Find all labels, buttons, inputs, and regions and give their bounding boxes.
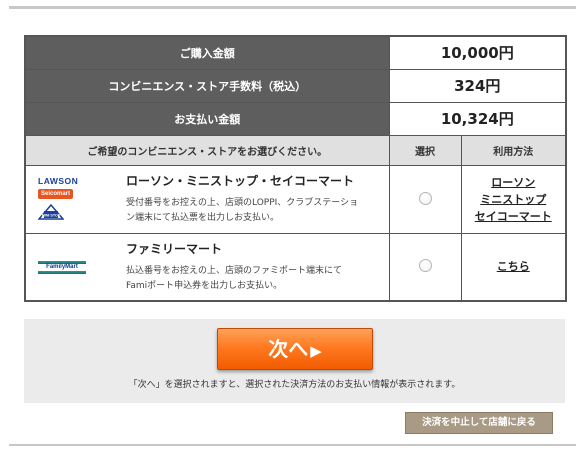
ministop-logo-text: MINI STOP [42, 214, 61, 218]
lawson-logos: LAWSON Seicomart MINI STOP [38, 172, 112, 220]
total-row: お支払い金額 10,324円 [24, 101, 567, 136]
store-name-familymart: ファミリーマート [126, 241, 223, 256]
select-cell-familymart [388, 232, 462, 302]
payment-table: ご購入金額 10,000円 コンビニエンス・ストア手数料（税込） 324円 お支… [24, 35, 568, 302]
familymart-logos: FamilyMart [38, 240, 112, 274]
ministop-logo: MINI STOP [38, 203, 64, 220]
header-method: 利用方法 [460, 134, 567, 166]
store-name-lawson: ローソン・ミニストップ・セイコーマート [126, 174, 355, 188]
store-desc-familymart-line2: Famiポート申込券を出力しお支払い。 [126, 280, 283, 291]
radio-familymart[interactable] [418, 259, 432, 273]
method-link-seicomart[interactable]: セイコーマート [462, 208, 566, 225]
store-info-lawson: LAWSON Seicomart MINI STOP ローソン・ミニストップ・セ… [24, 164, 390, 234]
fee-value: 324円 [388, 68, 567, 103]
store-desc-familymart: 払込番号をお控えの上、店頭のファミポート端末にて Famiポート申込券を出力しお… [126, 264, 381, 294]
store-table-header: ご希望のコンビニエンス・ストアをお選びください。 選択 利用方法 [24, 134, 567, 166]
next-panel: 次へ ▶ 「次へ」を選択されますと、選択された決済方法のお支払い情報が表示されます… [24, 319, 565, 403]
next-note: 「次へ」を選択されますと、選択された決済方法のお支払い情報が表示されます。 [128, 380, 461, 390]
bottom-divider [9, 444, 576, 446]
purchase-amount-label: ご購入金額 [24, 35, 390, 70]
next-button-label: 次へ [268, 337, 309, 361]
store-desc-lawson-line1: 受付番号をお控えの上、店頭のLOPPI、クラブステーショ [126, 198, 359, 208]
total-label: お支払い金額 [24, 101, 390, 136]
store-desc-familymart-line1: 払込番号をお控えの上、店頭のファミポート端末にて [126, 265, 343, 276]
purchase-amount-value: 10,000円 [388, 35, 567, 70]
radio-lawson[interactable] [418, 191, 432, 205]
method-link-familymart[interactable]: こちら [462, 258, 566, 275]
method-link-ministop[interactable]: ミニストップ [462, 191, 566, 208]
header-store: ご希望のコンビニエンス・ストアをお選びください。 [24, 134, 390, 166]
top-divider [9, 6, 576, 9]
cancel-return-button[interactable]: 決済を中止して店舗に戻る [405, 412, 553, 434]
store-info-familymart: FamilyMart ファミリーマート 払込番号をお控えの上、店頭のファミポート… [24, 232, 390, 302]
purchase-amount-row: ご購入金額 10,000円 [24, 35, 567, 70]
store-desc-lawson: 受付番号をお控えの上、店頭のLOPPI、クラブステーショ ン端末にて払込票を出力… [126, 196, 381, 226]
header-select: 選択 [388, 134, 462, 166]
fee-label: コンビニエンス・ストア手数料（税込） [24, 68, 390, 103]
familymart-logo-bar-bottom [38, 270, 86, 274]
familymart-logo: FamilyMart [38, 260, 86, 274]
store-row-familymart: FamilyMart ファミリーマート 払込番号をお控えの上、店頭のファミポート… [24, 232, 567, 302]
seicomart-logo: Seicomart [38, 189, 74, 199]
select-cell-lawson [388, 164, 462, 234]
method-link-lawson[interactable]: ローソン [462, 174, 566, 191]
next-button[interactable]: 次へ ▶ [217, 328, 373, 370]
lawson-logo: LAWSON [38, 176, 79, 186]
familymart-logo-text: FamilyMart [46, 263, 78, 270]
method-cell-lawson: ローソン ミニストップ セイコーマート [460, 164, 567, 234]
store-row-lawson: LAWSON Seicomart MINI STOP ローソン・ミニストップ・セ… [24, 164, 567, 234]
play-arrow-icon: ▶ [310, 342, 322, 360]
total-value: 10,324円 [388, 101, 567, 136]
fee-row: コンビニエンス・ストア手数料（税込） 324円 [24, 68, 567, 103]
method-cell-familymart: こちら [460, 232, 567, 302]
store-desc-lawson-line2: ン端末にて払込票を出力しお支払い。 [126, 213, 280, 223]
